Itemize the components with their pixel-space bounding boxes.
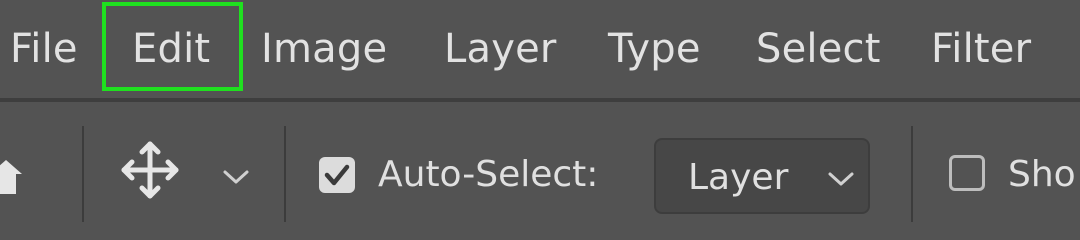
photoshop-ui: File Edit Image Layer Type Select Filter [0, 0, 1080, 238]
home-icon[interactable] [0, 154, 22, 198]
tool-preset-chevron-down-icon[interactable] [221, 168, 251, 186]
dropdown-value: Layer [688, 157, 789, 198]
menu-type[interactable]: Type [608, 24, 701, 74]
toolbar-divider [82, 126, 84, 222]
toolbar-divider [284, 126, 286, 222]
toolbar-divider [911, 126, 913, 222]
menu-image[interactable]: Image [261, 24, 387, 74]
auto-select-target-dropdown[interactable]: Layer [654, 138, 870, 214]
show-transform-label: Sho [1008, 154, 1076, 195]
menu-layer[interactable]: Layer [444, 24, 557, 74]
show-transform-checkbox[interactable] [949, 155, 985, 191]
edit-highlight-box [102, 2, 243, 91]
move-icon[interactable] [118, 138, 182, 202]
auto-select-checkbox[interactable] [319, 157, 355, 193]
menu-select[interactable]: Select [756, 24, 881, 74]
menu-bar: File Edit Image Layer Type Select Filter [0, 0, 1080, 98]
checkmark-icon [324, 164, 350, 186]
options-bar: Auto-Select: Layer Sho [0, 102, 1080, 238]
menu-file[interactable]: File [10, 24, 78, 74]
chevron-down-icon [828, 172, 854, 186]
menu-filter[interactable]: Filter [931, 24, 1031, 74]
auto-select-label: Auto-Select: [378, 154, 599, 195]
